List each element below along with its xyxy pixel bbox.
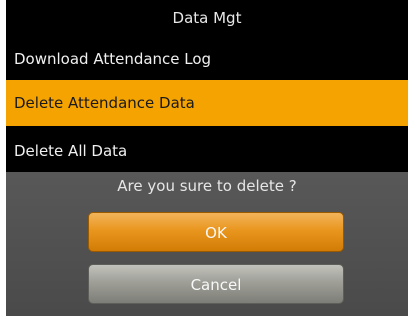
screen-title: Data Mgt bbox=[6, 0, 408, 36]
menu-item-delete-attendance-data[interactable]: Delete Attendance Data bbox=[6, 80, 408, 126]
ok-button[interactable]: OK bbox=[88, 212, 344, 252]
menu-item-delete-all-data[interactable]: Delete All Data bbox=[6, 128, 408, 174]
cancel-button[interactable]: Cancel bbox=[88, 264, 344, 304]
confirm-dialog: Are you sure to delete ? OK Cancel bbox=[6, 172, 408, 316]
device-screen: Data Mgt Download Attendance Log Delete … bbox=[6, 0, 408, 316]
menu-item-download-attendance-log[interactable]: Download Attendance Log bbox=[6, 36, 408, 82]
dialog-prompt: Are you sure to delete ? bbox=[117, 177, 297, 195]
